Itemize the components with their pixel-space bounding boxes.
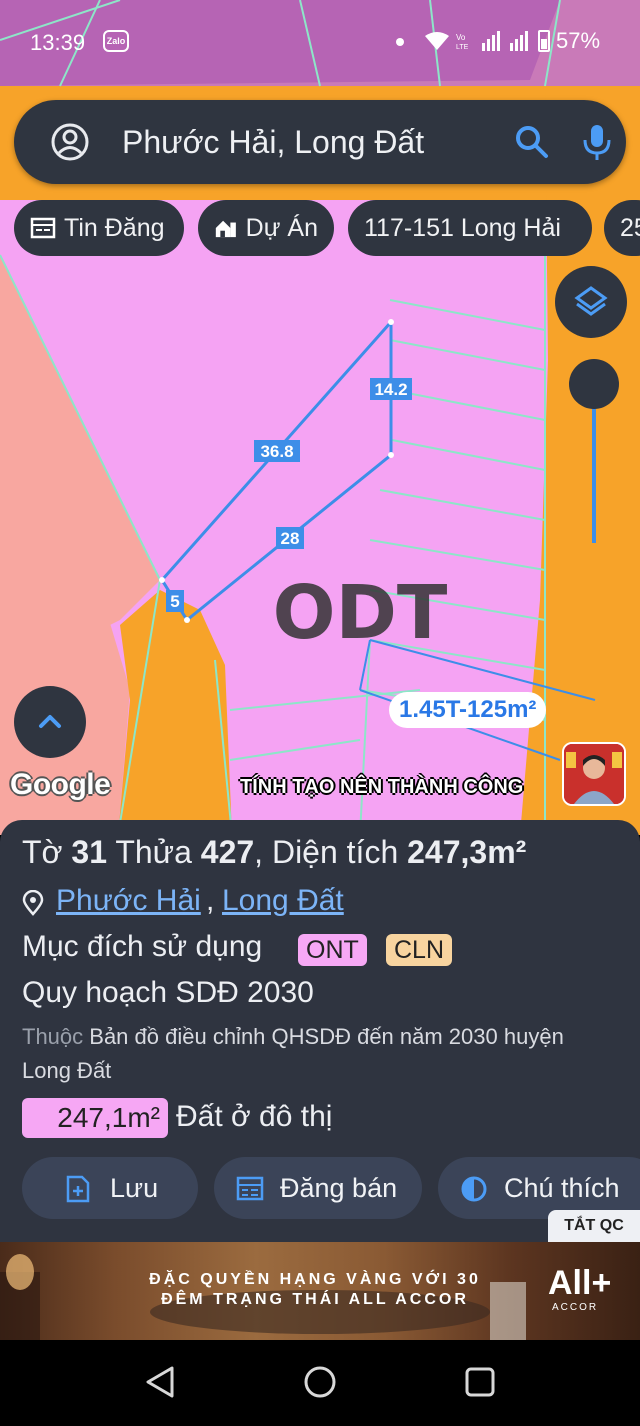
edge-label-1: 14.2 [374, 380, 407, 399]
usage-label: Mục đích sử dụng [22, 930, 263, 963]
layers-button[interactable] [555, 266, 627, 338]
sheet-number: 31 [71, 834, 108, 870]
chip-tin-dang[interactable]: Tin Đăng [14, 200, 184, 256]
ad-brand-sub: ACCOR [552, 1302, 599, 1313]
parcel-info-panel: Tờ 31 Thửa 427, Diện tích 247,3m² Phước … [0, 820, 640, 1242]
calendar-icon [236, 1176, 264, 1201]
chip-label: 117-151 Long Hải [364, 213, 561, 242]
battery-icon [538, 30, 550, 52]
legend-icon [461, 1176, 487, 1202]
search-bar[interactable]: Phước Hải, Long Đất [14, 100, 626, 184]
lot-number: 427 [200, 834, 255, 870]
search-input[interactable]: Phước Hải, Long Đất [122, 124, 424, 161]
ad-banner[interactable]: ĐẶC QUYỀN HẠNG VÀNG VỚI 30 ĐÊM TRẠNG THÁ… [0, 1242, 640, 1340]
chevron-up-icon [39, 715, 61, 728]
zalo-icon: Zalo [103, 30, 129, 52]
edge-label-2: 36.8 [260, 442, 293, 461]
signal-icon [482, 31, 500, 51]
battery-level: 57% [556, 28, 601, 53]
zone-label: ODT [273, 570, 448, 656]
location-pin-icon [22, 890, 44, 916]
account-icon[interactable] [50, 122, 90, 162]
back-icon[interactable] [142, 1364, 178, 1400]
parcel-title: Tờ 31 Thửa 427, Diện tích 247,3m² [22, 834, 527, 870]
status-bar: 13:39 Zalo Vo LTE 57% [0, 0, 640, 86]
plan-description: Thuộc Bản đồ điều chỉnh QHSDĐ đến năm 20… [22, 1024, 564, 1083]
save-button[interactable]: Lưu [22, 1157, 198, 1219]
parcel-area: 247,3m² [407, 834, 527, 870]
edge-label-3: 28 [281, 529, 300, 548]
project-icon [215, 220, 236, 238]
chip-label: Dự Án [245, 213, 318, 242]
opacity-slider-knob[interactable] [569, 359, 619, 409]
chip-label: Tin Đăng [64, 213, 165, 242]
dot-icon [396, 38, 404, 46]
plan-area-type: Đất ở đô thị [176, 1100, 333, 1133]
area-price-tag[interactable]: 1.45T-125m² [389, 692, 547, 728]
ad-ticker-text: TÍNH TẠO NÊN THÀNH CÔNG [240, 776, 524, 798]
plan-area-badge: 247,1m² [22, 1098, 168, 1138]
signal-icon [510, 31, 528, 51]
chip-du-an[interactable]: Dự Án [198, 200, 334, 256]
svg-text:LTE: LTE [456, 44, 469, 51]
location-separator: , [206, 884, 215, 917]
plan-title: Quy hoạch SDĐ 2030 [22, 976, 314, 1009]
listing-icon [30, 217, 56, 239]
agent-avatar[interactable] [562, 742, 626, 806]
ad-headline: ĐẶC QUYỀN HẠNG VÀNG VỚI 30 ĐÊM TRẠNG THÁ… [149, 1271, 481, 1308]
location-ward-link[interactable]: Phước Hải [56, 884, 201, 918]
ad-brand-logo: All+ [548, 1264, 612, 1302]
location-district-link[interactable]: Long Đất [222, 884, 344, 918]
expand-button[interactable] [14, 686, 86, 758]
volte-icon: Vo LTE [456, 33, 469, 51]
search-icon[interactable] [512, 122, 552, 162]
save-icon [66, 1175, 90, 1203]
home-icon[interactable] [302, 1364, 338, 1400]
status-icons: Vo LTE 57% [424, 28, 600, 54]
wifi-icon [425, 32, 449, 50]
layers-icon [574, 286, 608, 316]
status-time: 13:39 [30, 30, 86, 55]
usage-badge-cln: CLN [386, 934, 453, 966]
post-for-sale-button[interactable]: Đăng bán [214, 1157, 422, 1219]
chip-label: 25 [620, 213, 640, 242]
system-nav-bar [0, 1340, 640, 1426]
edge-label-4: 5 [170, 592, 179, 611]
mic-icon[interactable] [580, 122, 614, 162]
ad-close-button[interactable]: TẮT QC [548, 1210, 640, 1242]
svg-text:Vo: Vo [456, 33, 466, 42]
recents-icon[interactable] [462, 1364, 498, 1400]
usage-badge-ont: ONT [298, 934, 367, 966]
chip-address[interactable]: 117-151 Long Hải [348, 200, 592, 256]
google-attribution: Google [10, 768, 111, 801]
